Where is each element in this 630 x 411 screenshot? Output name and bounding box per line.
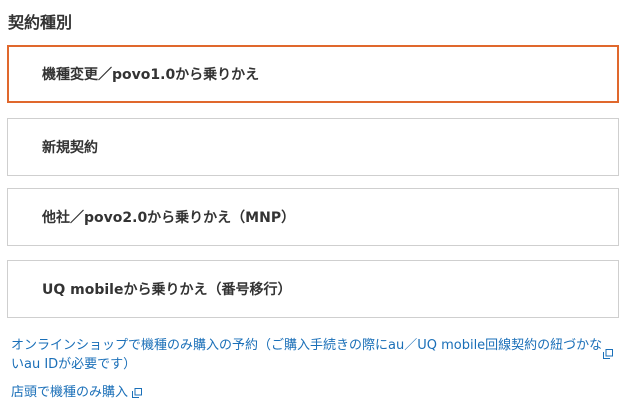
store-purchase-link[interactable]: 店頭で機種のみ購入	[11, 383, 143, 402]
option-mnp[interactable]: 他社／povo2.0から乗りかえ（MNP）	[7, 188, 619, 246]
external-link-icon	[132, 387, 143, 398]
section-title: 契約種別	[8, 13, 73, 32]
option-new-contract[interactable]: 新規契約	[7, 118, 619, 176]
online-shop-reserve-link[interactable]: オンラインショップで機種のみ購入の予約（ご購入手続きの際にau／UQ mobil…	[11, 336, 613, 374]
option-label: 新規契約	[42, 140, 98, 156]
option-uq-mobile-transfer[interactable]: UQ mobileから乗りかえ（番号移行）	[7, 260, 619, 318]
link-text: 店頭で機種のみ購入	[11, 385, 129, 400]
option-device-change[interactable]: 機種変更／povo1.0から乗りかえ	[7, 45, 619, 103]
option-label: 他社／povo2.0から乗りかえ（MNP）	[42, 210, 296, 226]
external-link-icon	[603, 349, 613, 359]
option-label: 機種変更／povo1.0から乗りかえ	[42, 67, 260, 83]
link-text: オンラインショップで機種のみ購入の予約（ご購入手続きの際にau／UQ mobil…	[11, 338, 603, 372]
option-label: UQ mobileから乗りかえ（番号移行）	[42, 282, 292, 298]
